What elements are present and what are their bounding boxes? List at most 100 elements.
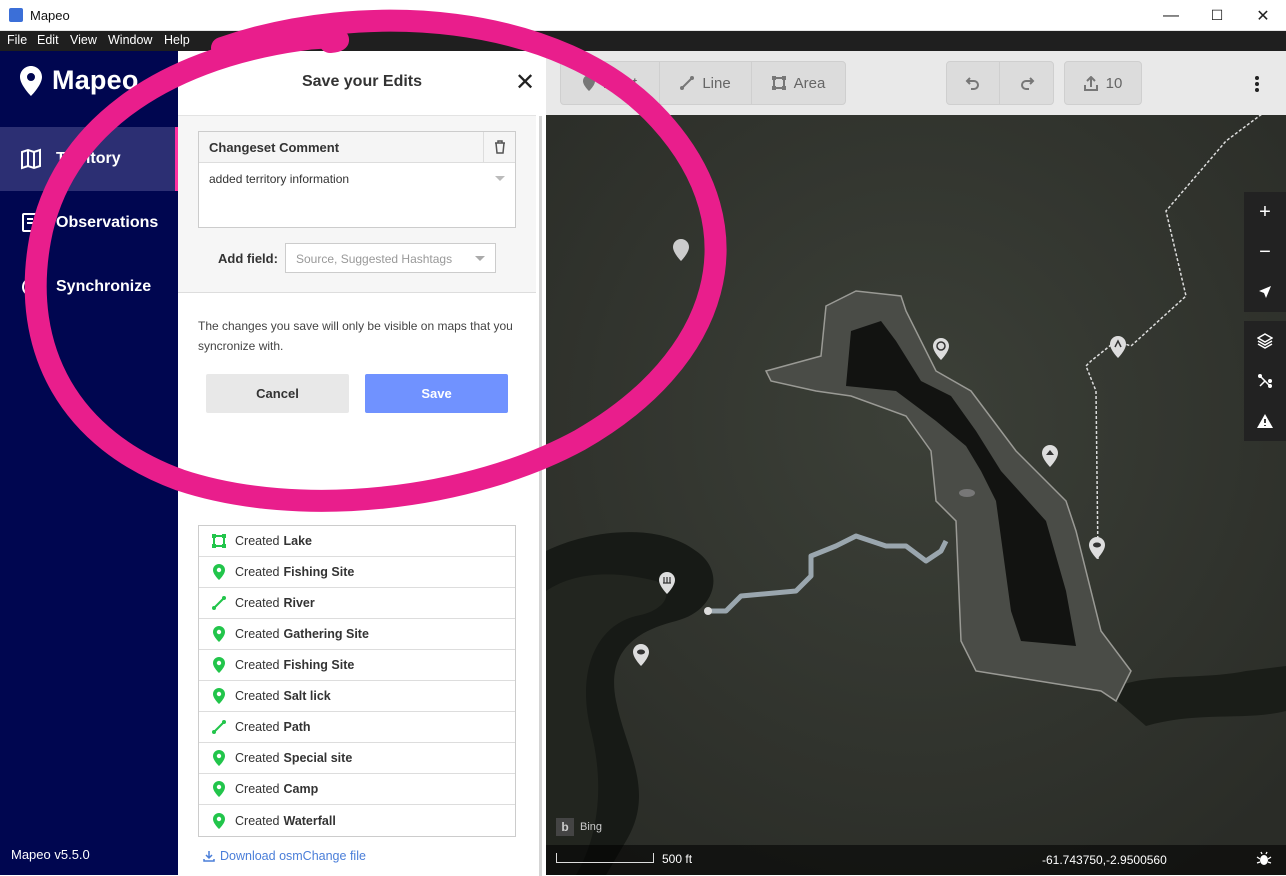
chevron-down-icon[interactable] [475, 256, 485, 261]
maximize-button[interactable]: ☐ [1194, 0, 1240, 31]
menu-bar: File Edit View Window Help [0, 31, 1286, 51]
point-icon [211, 750, 227, 766]
change-feature-name: Fishing Site [283, 565, 355, 579]
more-options-icon[interactable] [1254, 75, 1260, 93]
change-verb: Created [235, 534, 280, 548]
change-feature-name: River [283, 596, 315, 610]
list-item[interactable]: Created Path [199, 712, 515, 743]
changeset-comment-input[interactable]: added territory information [199, 163, 515, 195]
change-feature-name: Camp [283, 782, 319, 796]
save-button[interactable]: Save [365, 374, 508, 413]
point-icon [211, 688, 227, 704]
sidebar-item-observations[interactable]: Observations [0, 191, 178, 255]
upload-icon [1083, 75, 1098, 91]
title-bar: Mapeo — ☐ ✕ [0, 0, 1286, 31]
layers-icon[interactable] [1244, 321, 1286, 361]
change-verb: Created [235, 565, 280, 579]
download-osmchange-link[interactable]: Download osmChange file [203, 849, 366, 863]
point-icon [211, 781, 227, 797]
upload-group: 10 [1064, 61, 1142, 105]
logo-text: Mapeo [52, 65, 139, 95]
bing-logo-icon: b [556, 818, 574, 836]
point-icon [211, 812, 227, 829]
list-item[interactable]: Created Gathering Site [199, 619, 515, 650]
close-icon[interactable]: ✕ [515, 71, 535, 95]
list-item[interactable]: Created Waterfall [199, 805, 515, 836]
panel-scrollbar[interactable] [539, 116, 542, 876]
marker-special-site-icon[interactable] [1110, 336, 1126, 358]
minimize-button[interactable]: — [1148, 0, 1194, 31]
add-point-button[interactable]: Point [561, 62, 660, 104]
marker-gathering-site-icon[interactable] [673, 239, 689, 261]
changeset-comment-label: Changeset Comment [199, 132, 515, 163]
undo-button[interactable] [947, 62, 1000, 104]
marker-waterfall-icon[interactable] [659, 572, 675, 594]
menu-window[interactable]: Window [108, 33, 152, 47]
marker-fishing-site-icon[interactable] [633, 644, 649, 666]
marker-fishing-site-icon[interactable] [1089, 537, 1105, 559]
app-version: Mapeo v5.5.0 [11, 847, 90, 862]
attribution-label: Bing [580, 821, 603, 833]
zoom-out-icon[interactable]: − [1244, 232, 1286, 272]
change-feature-name: Path [283, 720, 311, 734]
sidebar: Mapeo Territory Observations Synchronize… [0, 51, 178, 875]
imagery-attribution[interactable]: b Bing [556, 818, 602, 836]
add-feature-group: Point Line Area [560, 61, 846, 105]
upload-button[interactable]: 10 [1065, 62, 1141, 104]
cancel-button[interactable]: Cancel [206, 374, 349, 413]
undo-icon [965, 77, 979, 90]
list-item[interactable]: Created River [199, 588, 515, 619]
list-item[interactable]: Created Fishing Site [199, 650, 515, 681]
sync-icon [22, 278, 40, 296]
add-area-label: Area [793, 74, 826, 92]
menu-edit[interactable]: Edit [37, 33, 59, 47]
sidebar-item-territory[interactable]: Territory [0, 127, 178, 191]
change-feature-name: Lake [283, 534, 312, 548]
sidebar-item-synchronize[interactable]: Synchronize [0, 255, 178, 319]
area-icon [771, 76, 786, 90]
menu-file[interactable]: File [7, 33, 27, 47]
coordinates-readout: -61.743750,-2.9500560 [1042, 853, 1167, 867]
add-area-button[interactable]: Area [752, 62, 845, 104]
chevron-down-icon[interactable] [495, 176, 505, 181]
changeset-comment-field: Changeset Comment added territory inform… [198, 131, 516, 228]
add-field-combobox[interactable]: Source, Suggested Hashtags [285, 243, 496, 273]
download-icon [203, 851, 215, 862]
add-field-placeholder: Source, Suggested Hashtags [296, 252, 453, 266]
close-window-button[interactable]: ✕ [1240, 0, 1286, 31]
marker-camp-icon[interactable] [933, 338, 949, 360]
change-feature-name: Waterfall [283, 813, 336, 828]
change-verb: Created [235, 720, 280, 734]
comment-value: added territory information [209, 172, 350, 186]
panel-title: Save your Edits [301, 73, 423, 90]
map-view[interactable]: Point Line Area 10 + − b Bing 500 ft -61… [546, 51, 1286, 875]
redo-button[interactable] [1000, 62, 1053, 104]
zoom-controls: + − [1244, 192, 1286, 312]
sidebar-item-label: Observations [56, 214, 159, 231]
menu-help[interactable]: Help [164, 33, 190, 47]
marker-salt-lick-icon[interactable] [1042, 445, 1058, 467]
scale-label: 500 ft [662, 852, 693, 866]
app-icon [9, 8, 23, 22]
list-item[interactable]: Created Camp [199, 774, 515, 805]
add-line-button[interactable]: Line [660, 62, 752, 104]
bug-icon[interactable] [1256, 851, 1272, 867]
list-item[interactable]: Created Salt lick [199, 681, 515, 712]
change-feature-name: Special site [283, 751, 353, 765]
trash-icon[interactable] [483, 132, 515, 162]
logo: Mapeo [20, 65, 139, 96]
list-item[interactable]: Created Special site [199, 743, 515, 774]
field-label: Changeset Comment [209, 140, 340, 155]
change-verb: Created [235, 751, 280, 765]
list-item[interactable]: Created Lake [199, 526, 515, 557]
issues-warning-icon[interactable] [1244, 401, 1286, 441]
scale-bar[interactable] [556, 853, 654, 863]
list-item[interactable]: Created Fishing Site [199, 557, 515, 588]
line-icon [211, 719, 227, 735]
menu-view[interactable]: View [70, 33, 97, 47]
observations-icon [22, 213, 37, 232]
geolocate-icon[interactable] [1244, 272, 1286, 312]
zoom-in-icon[interactable]: + [1244, 192, 1286, 232]
sidebar-item-label: Territory [56, 150, 121, 167]
map-data-icon[interactable] [1244, 361, 1286, 401]
